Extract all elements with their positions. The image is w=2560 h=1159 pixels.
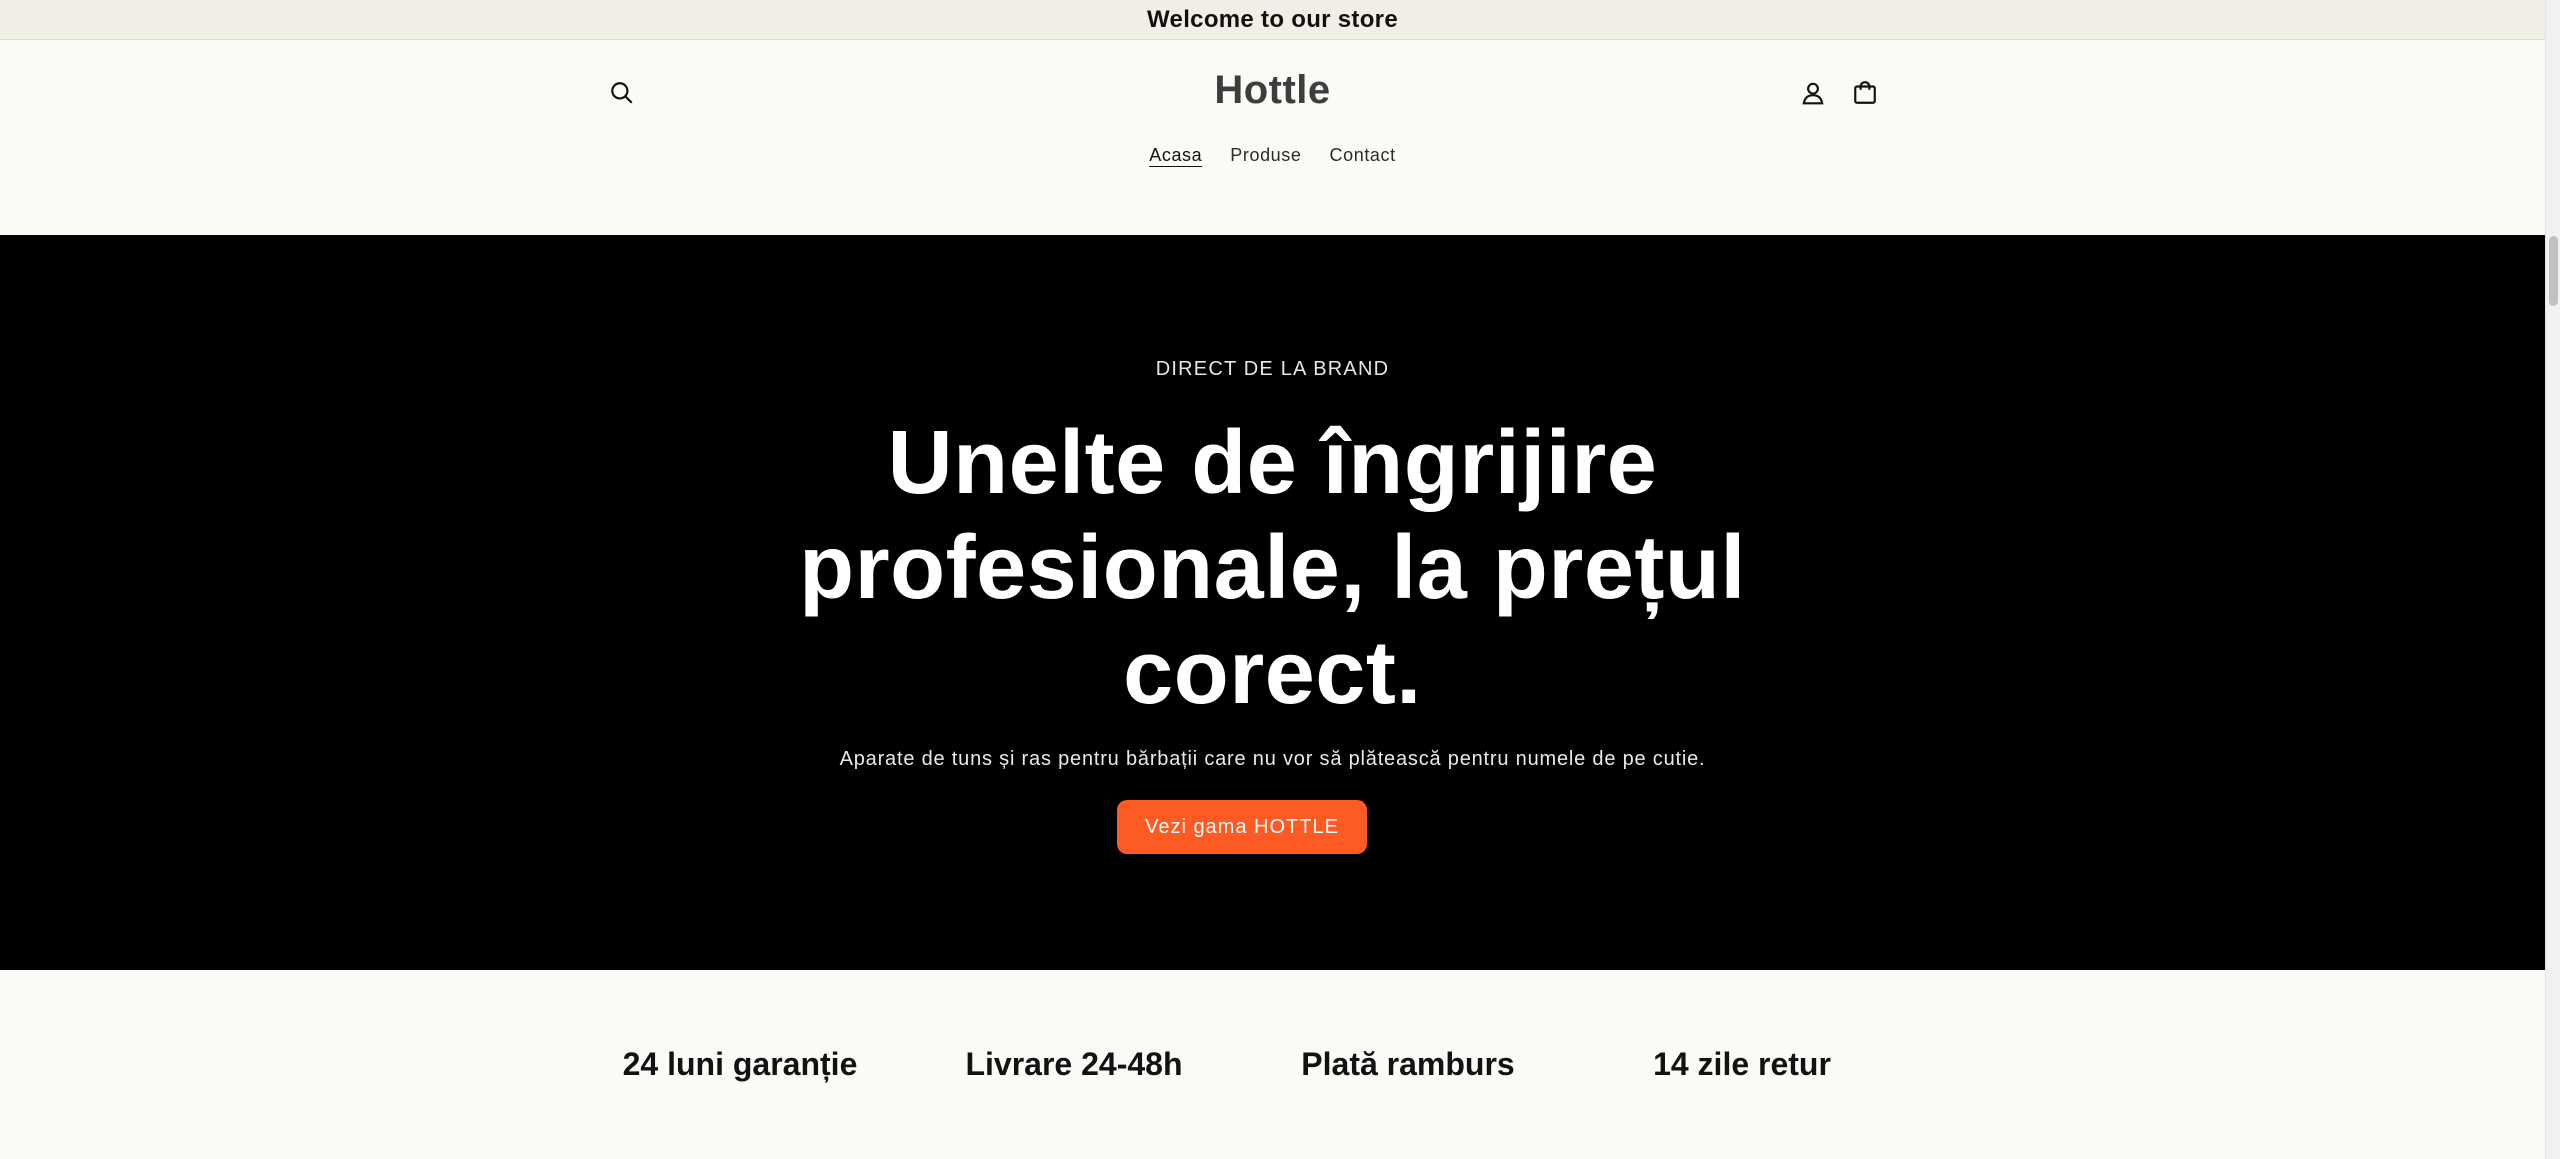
cart-button[interactable] <box>1841 69 1889 117</box>
feature-delivery: Livrare 24-48h <box>965 1046 1183 1082</box>
hero-banner: DIRECT DE LA BRAND Unelte de îngrijire p… <box>0 235 2545 970</box>
site-header: Hottle Acasa Produse Contact <box>0 40 2545 235</box>
scrollbar[interactable] <box>2545 0 2560 1159</box>
hero-title: Unelte de îngrijire profesionale, la pre… <box>799 413 1746 723</box>
feature-warranty: 24 luni garanție <box>622 1046 858 1082</box>
account-icon <box>1802 82 1824 105</box>
hero-cta-button[interactable]: Vezi gama HOTTLE <box>1117 800 1367 854</box>
nav-item-produse[interactable]: Produse <box>1230 145 1301 166</box>
page: Welcome to our store Hottle Acasa Produs… <box>0 0 2545 1159</box>
scrollbar-thumb[interactable] <box>2549 236 2558 306</box>
cart-icon <box>1854 81 1876 104</box>
main-nav: Acasa Produse Contact <box>0 145 2545 166</box>
hero-eyebrow: DIRECT DE LA BRAND <box>1155 358 1390 380</box>
account-button[interactable] <box>1789 69 1837 117</box>
announcement-text: Welcome to our store <box>1147 5 1398 33</box>
feature-payment: Plată ramburs <box>1301 1046 1515 1082</box>
nav-item-acasa[interactable]: Acasa <box>1149 145 1202 166</box>
features-bar: 24 luni garanție Livrare 24-48h Plată ra… <box>0 970 2545 1159</box>
announcement-bar: Welcome to our store <box>0 0 2545 40</box>
site-logo[interactable]: Hottle <box>0 68 2545 113</box>
nav-item-contact[interactable]: Contact <box>1330 145 1396 166</box>
hero-subtitle: Aparate de tuns și ras pentru bărbații c… <box>839 748 1706 770</box>
feature-returns: 14 zile retur <box>1653 1046 1831 1082</box>
